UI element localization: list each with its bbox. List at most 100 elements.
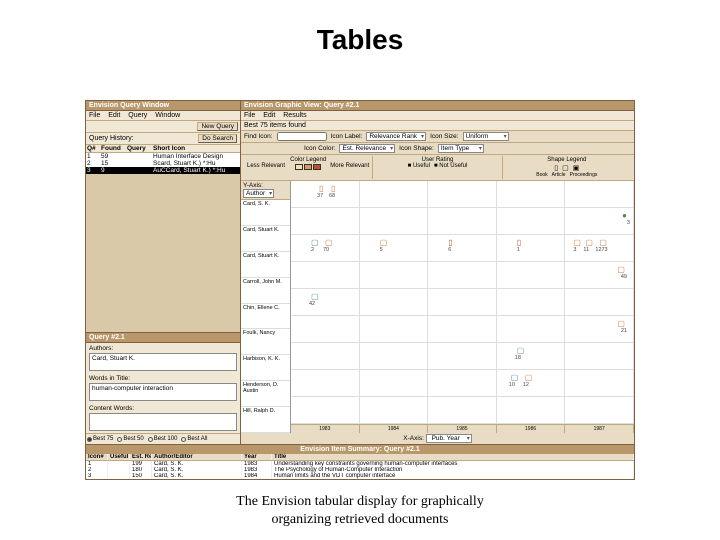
sum-col-useful: Useful (108, 454, 130, 460)
history-body: 159Human Interface Design 215Scard, Stua… (86, 153, 240, 174)
x-cell: 1984 (360, 425, 429, 433)
content-words-label: Content Words: (89, 405, 237, 412)
graphic-view: Envision Graphic View: Query #2.1 File E… (241, 101, 634, 444)
x-cell: 1983 (291, 425, 360, 433)
summary-row[interactable]: 3150Card, S. K.1984Human limits and the … (86, 473, 634, 479)
slide-caption: The Envision tabular display for graphic… (0, 493, 720, 529)
find-icon-label: Find Icon: (244, 133, 273, 140)
y-cell: Carroll, John M. (241, 278, 290, 304)
status-text: Best 75 items found (241, 121, 634, 131)
col-short: Short Icon (152, 145, 240, 152)
rating-legend: User Rating ■ Useful ■ Not Useful (373, 156, 502, 179)
article-icon: ▢ (562, 164, 569, 172)
do-search-button[interactable]: Do Search (198, 134, 237, 143)
x-cell: 1985 (428, 425, 497, 433)
doc-icon[interactable]: ▢ (517, 346, 525, 355)
menu-query[interactable]: Query (128, 112, 147, 119)
y-cell: Foulk, Nancy (241, 329, 290, 355)
doc-icon[interactable]: ▢ (325, 238, 333, 247)
shape-legend: Shape Legend ▯ ▢ ▣ Book Article Proceedi… (503, 156, 631, 179)
x-cell: 1987 (565, 425, 634, 433)
icon-shape-label: Icon Shape: (399, 145, 434, 152)
item-summary: Envision Item Summary: Query #2.1 Icon# … (86, 444, 634, 479)
menu-edit[interactable]: Edit (108, 112, 120, 119)
doc-icon[interactable]: ▢ (511, 373, 519, 382)
doc-icon[interactable]: ▢ (525, 373, 533, 382)
summary-title: Envision Item Summary: Query #2.1 (86, 445, 634, 454)
icon-label-dropdown[interactable]: Relevance Rank (366, 132, 426, 141)
new-query-button[interactable]: New Query (197, 122, 238, 131)
y-cell: Chin, Ellene C. (241, 304, 290, 330)
doc-icon[interactable]: ▢ (573, 238, 581, 247)
yaxis-dropdown[interactable]: Author (243, 189, 274, 198)
doc-icon[interactable]: ▢ (585, 238, 593, 247)
authors-input[interactable]: Card, Stuart K. (89, 353, 237, 371)
envision-app: Envision Query Window File Edit Query Wi… (85, 100, 635, 480)
radio-best50[interactable]: Best 50 (117, 436, 143, 442)
book-icon: ▯ (554, 164, 558, 172)
doc-icon[interactable]: ● (622, 211, 627, 220)
menu-edit2[interactable]: Edit (263, 112, 275, 119)
words-title-input[interactable]: human-computer interaction (89, 383, 237, 401)
xaxis-label: X-Axis: (403, 435, 424, 442)
radio-bestall[interactable]: Best All (181, 436, 207, 442)
icon-color-label: Icon Color: (304, 145, 335, 152)
query-window: Envision Query Window File Edit Query Wi… (86, 101, 241, 444)
doc-icon[interactable]: ▯ (517, 238, 521, 247)
doc-icon[interactable]: ▢ (617, 265, 625, 274)
query-menubar: File Edit Query Window (86, 111, 240, 121)
legends: Color Legend Less Relevant More Relevant… (241, 155, 634, 181)
col-query: Query (126, 145, 152, 152)
icon-shape-dropdown[interactable]: Item Type (438, 144, 484, 153)
result-grid: ▯37▯68 ●3 ▢2▢70▢5▯6▯1▢3▢11▢1273 ▢49 ▢42 … (291, 181, 634, 433)
history-row[interactable]: 159Human Interface Design (86, 153, 240, 160)
authors-label: Authors: (89, 345, 237, 352)
doc-icon[interactable]: ▯ (319, 184, 323, 193)
menu-window[interactable]: Window (155, 112, 180, 119)
x-cell: 1986 (497, 425, 566, 433)
history-header: Q# Found Query Short Icon (86, 145, 240, 153)
radio-best75[interactable]: Best 75 (87, 436, 113, 442)
sum-col-author: Author/Editor (152, 454, 242, 460)
menu-file2[interactable]: File (244, 112, 255, 119)
menu-file[interactable]: File (89, 112, 100, 119)
y-cell: Henderson, D. Austin (241, 381, 290, 407)
doc-icon[interactable]: ▢ (617, 319, 625, 328)
y-cell: Hill, Ralph D. (241, 407, 290, 433)
icon-size-dropdown[interactable]: Uniform (463, 132, 509, 141)
query-window-title: Envision Query Window (86, 101, 240, 111)
y-cell: Card, Stuart K. (241, 226, 290, 252)
result-limit-radios: Best 75 Best 50 Best 100 Best All (86, 433, 240, 444)
query-history-label: Query History: (89, 135, 134, 142)
xaxis-dropdown[interactable]: Pub. Year (426, 434, 472, 443)
doc-icon[interactable]: ▯ (448, 238, 452, 247)
menu-results[interactable]: Results (283, 112, 306, 119)
doc-icon[interactable]: ▢ (380, 238, 388, 247)
history-row[interactable]: 215Scard, Stuart K.) *:Hu (86, 160, 240, 167)
content-words-input[interactable] (89, 413, 237, 431)
yaxis-label: Y-Axis: (243, 182, 263, 189)
sum-col-icon: Icon# (86, 454, 108, 460)
sum-col-title: Title (272, 454, 634, 460)
sum-col-year: Year (242, 454, 272, 460)
y-cell: Card, Stuart K. (241, 252, 290, 278)
icon-color-dropdown[interactable]: Est. Relevance (339, 144, 395, 153)
history-row-selected[interactable]: 39AuCCard, Stuart K.) *:Hu (86, 167, 240, 174)
graphic-menubar: File Edit Results (241, 111, 634, 121)
words-title-label: Words in Title: (89, 375, 237, 382)
find-icon-input[interactable] (277, 132, 327, 141)
doc-icon[interactable]: ▢ (599, 238, 607, 247)
doc-icon[interactable]: ▢ (311, 292, 319, 301)
doc-icon[interactable]: ▯ (331, 184, 335, 193)
color-legend: Color Legend Less Relevant More Relevant (244, 156, 373, 179)
sum-col-rel: Est. Rel (130, 454, 152, 460)
icon-size-label: Icon Size: (430, 133, 459, 140)
proceedings-icon: ▣ (573, 164, 580, 172)
y-cell: Card, S. K. (241, 200, 290, 226)
slide-title: Tables (0, 24, 720, 56)
doc-icon[interactable]: ▢ (311, 238, 319, 247)
query-panel-title: Query #2.1 (86, 333, 240, 343)
col-q: Q# (86, 145, 100, 152)
graphic-view-title: Envision Graphic View: Query #2.1 (241, 101, 634, 111)
radio-best100[interactable]: Best 100 (148, 436, 178, 442)
